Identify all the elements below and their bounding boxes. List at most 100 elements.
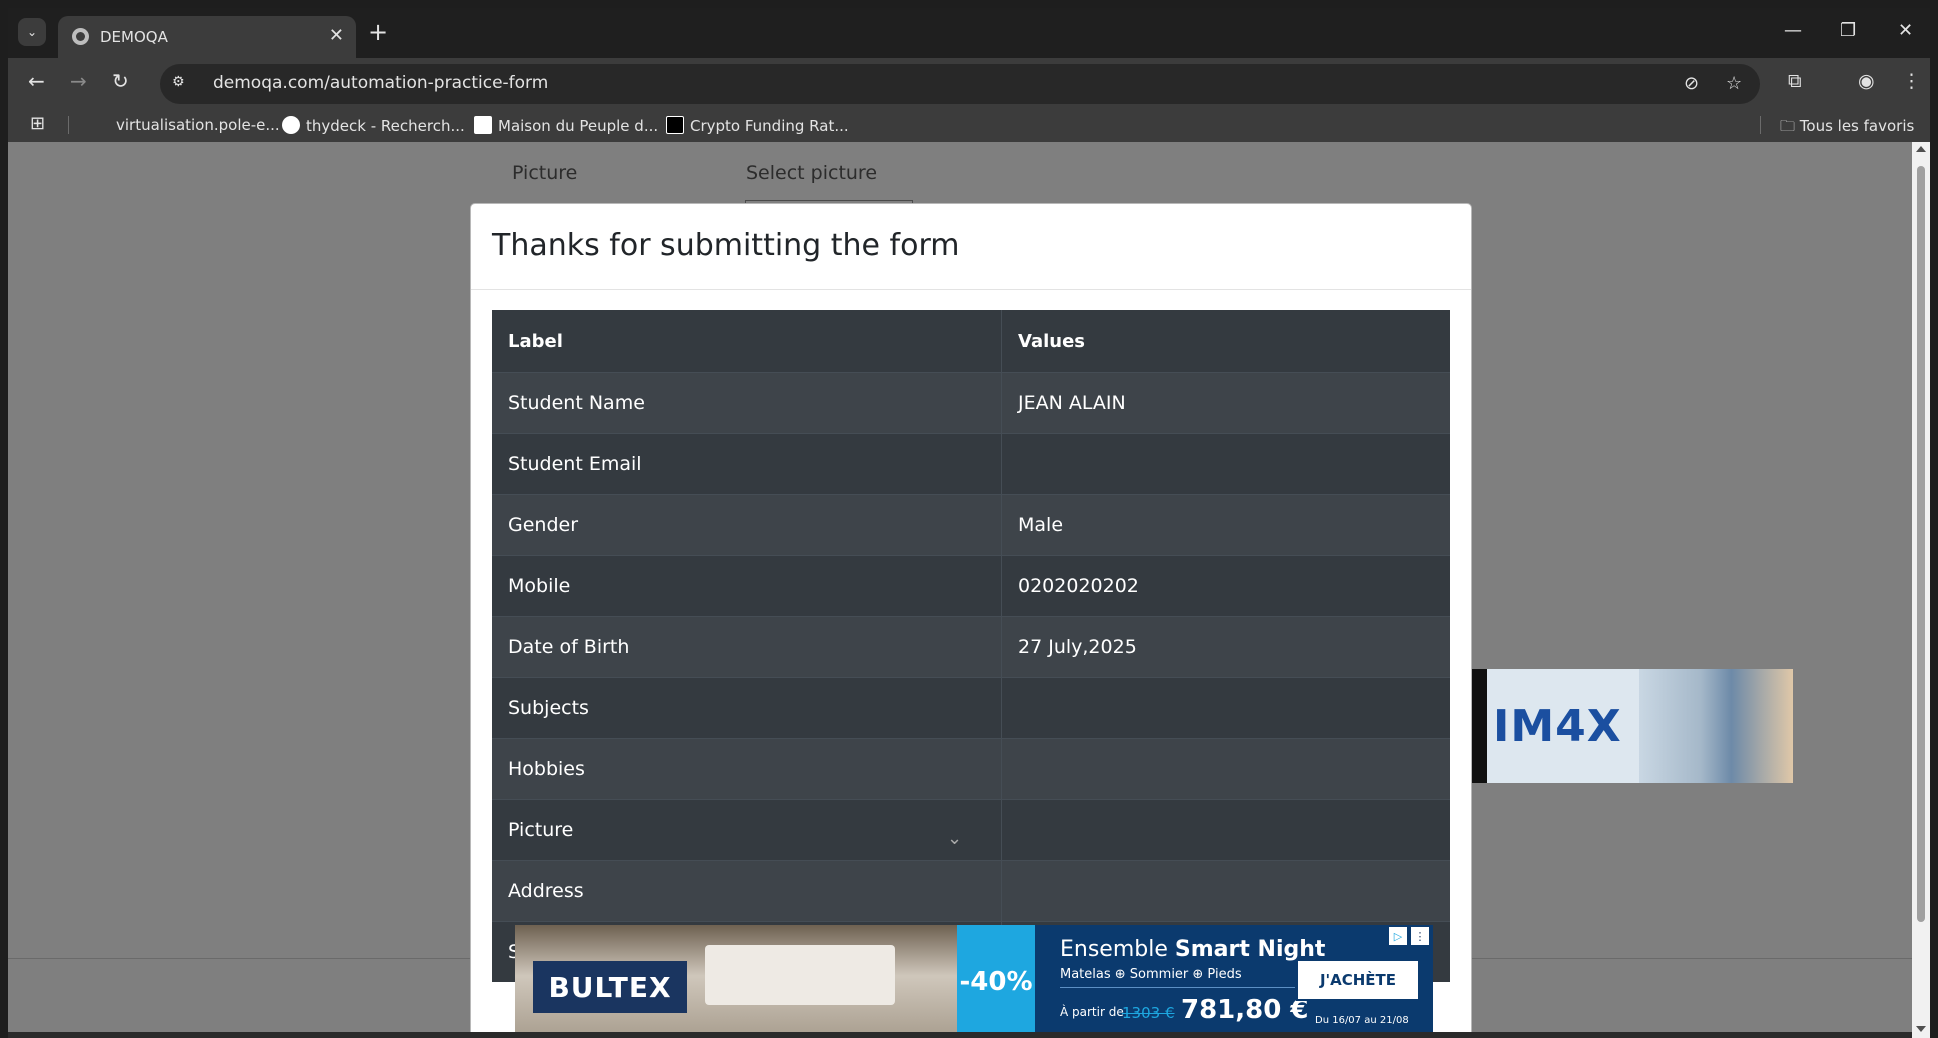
row-label: Date of Birth	[492, 617, 1002, 677]
scrollbar[interactable]	[1912, 142, 1930, 1038]
ad-menu-icon[interactable]: ⋮	[1411, 927, 1429, 945]
header-values: Values	[1018, 330, 1085, 352]
ad-cta-button[interactable]: J'ACHÈTE	[1296, 959, 1420, 1001]
tab-strip: ⌄ DEMOQA ✕ + — ❐ ✕	[8, 8, 1930, 58]
bookmark-item-maison-du-peuple[interactable]: Maison du Peuple d...	[474, 116, 658, 135]
bookmark-label: thydeck - Recherch...	[306, 117, 465, 135]
select-picture-label: Select picture	[746, 162, 878, 184]
site-info-icon[interactable]: ⚙	[172, 74, 192, 94]
table-row: Gender Male	[492, 494, 1450, 555]
row-value	[1002, 861, 1450, 921]
table-row: Subjects	[492, 677, 1450, 738]
eye-off-icon[interactable]: ⊘	[1684, 73, 1699, 94]
row-label: Gender	[492, 495, 1002, 555]
row-label: Student Email	[492, 434, 1002, 494]
reload-icon[interactable]: ↻	[112, 70, 129, 92]
row-value: JEAN ALAIN	[1018, 392, 1126, 414]
chevron-down-icon: ⌄	[947, 828, 963, 849]
row-label: Mobile	[492, 556, 1002, 616]
profile-icon[interactable]: ◉	[1858, 70, 1875, 92]
tab-search-button[interactable]: ⌄	[18, 18, 46, 46]
ad-from-label: À partir de	[1060, 1005, 1124, 1019]
ad-dates: Du 16/07 au 21/08	[1315, 1015, 1409, 1026]
forward-icon[interactable]: →	[70, 70, 87, 92]
tab-title: DEMOQA	[100, 28, 168, 46]
modal-title: Thanks for submitting the form	[492, 228, 960, 263]
ad-divider	[1060, 987, 1295, 988]
menu-icon[interactable]: ⋮	[1902, 70, 1921, 92]
restore-icon[interactable]: ❐	[1840, 20, 1856, 41]
bookmark-label: Crypto Funding Rat...	[690, 117, 849, 135]
table-row: Mobile 0202020202	[492, 555, 1450, 616]
bultex-logo: BULTEX	[533, 961, 687, 1013]
google-icon	[282, 116, 300, 134]
scroll-thumb[interactable]	[1917, 166, 1925, 922]
ad-image	[1639, 669, 1793, 783]
ad-price: 781,80 €	[1181, 995, 1309, 1025]
row-label: Subjects	[492, 678, 1002, 738]
bottom-advertisement[interactable]: BULTEX -40% Ensemble Smart Night Matelas…	[515, 925, 1433, 1038]
bookmark-separator	[68, 116, 69, 134]
bookmark-separator	[1760, 116, 1761, 134]
row-value	[1002, 800, 1450, 860]
extensions-icon[interactable]: ⧉	[1788, 70, 1802, 92]
bookmarks-bar: ⊞ virtualisation.pole-e... thydeck - Rec…	[8, 108, 1930, 142]
bookmark-item-virtualisation[interactable]: virtualisation.pole-e...	[116, 116, 280, 134]
ad-subtitle: Matelas ⊕ Sommier ⊕ Pieds	[1060, 967, 1242, 982]
minimize-icon[interactable]: —	[1784, 20, 1802, 41]
side-advertisement[interactable]: IM4X	[1469, 669, 1793, 783]
row-value: 27 July,2025	[1018, 636, 1137, 658]
row-value	[1002, 739, 1450, 799]
row-value: 0202020202	[1018, 575, 1139, 597]
ad-title-prefix: Ensemble	[1060, 937, 1175, 962]
back-icon[interactable]: ←	[28, 70, 45, 92]
page-viewport: Picture Select picture IM4X Thanks for s…	[8, 142, 1930, 1038]
close-tab-icon[interactable]: ✕	[329, 25, 344, 46]
close-window-icon[interactable]: ✕	[1898, 20, 1913, 41]
bookmark-item-crypto-funding[interactable]: Crypto Funding Rat...	[666, 116, 849, 135]
table-row: Student Email	[492, 433, 1450, 494]
scroll-down-arrow-icon[interactable]	[1916, 1026, 1926, 1032]
folder-icon: 🗀	[1780, 117, 1800, 135]
all-bookmarks-button[interactable]: 🗀 Tous les favoris	[1780, 116, 1914, 141]
mattress-image	[705, 945, 895, 1005]
table-row: Date of Birth 27 July,2025	[492, 616, 1450, 677]
adchoices-icon[interactable]: ▷	[1389, 927, 1407, 945]
table-header-row: Label Values	[492, 310, 1450, 372]
row-label: Address	[492, 861, 1002, 921]
row-value	[1002, 678, 1450, 738]
promo-badge: -40%	[957, 925, 1035, 1038]
table-row: Hobbies	[492, 738, 1450, 799]
bookmark-label: Maison du Peuple d...	[498, 117, 659, 135]
wikipedia-icon	[474, 116, 492, 134]
tab-demoqa[interactable]: DEMOQA ✕	[58, 16, 356, 58]
bookmark-label: virtualisation.pole-e...	[116, 116, 280, 134]
row-label: Picture	[492, 800, 1002, 860]
modal-header: Thanks for submitting the form	[471, 204, 1471, 290]
row-label: Student Name	[492, 373, 1002, 433]
address-bar[interactable]: ⚙ demoqa.com/automation-practice-form ⊘ …	[160, 64, 1760, 104]
globe-icon	[72, 28, 89, 45]
row-value: Male	[1018, 514, 1064, 536]
ad-image: BULTEX	[515, 925, 957, 1038]
bookmark-item-thydeck[interactable]: thydeck - Recherch...	[282, 116, 465, 135]
apps-grid-icon[interactable]: ⊞	[30, 113, 45, 134]
browser-window: ⌄ DEMOQA ✕ + — ❐ ✕ ← → ↻ ⚙ demoqa.com/au…	[8, 8, 1930, 1038]
star-icon[interactable]: ☆	[1726, 73, 1742, 94]
table-row: Picture	[492, 799, 1450, 860]
submission-modal: Thanks for submitting the form Label Val…	[470, 203, 1472, 1038]
page-bottom-strip	[8, 1032, 1930, 1038]
chevron-down-icon: ⌄	[26, 25, 38, 39]
picture-label: Picture	[512, 162, 578, 184]
imax-logo: IM4X	[1493, 701, 1622, 752]
ad-old-price: 1303 €	[1122, 1004, 1175, 1022]
all-bookmarks-label: Tous les favoris	[1799, 117, 1915, 135]
row-value	[1002, 434, 1450, 494]
new-tab-button[interactable]: +	[368, 20, 388, 44]
header-label: Label	[492, 310, 1002, 372]
scroll-up-arrow-icon[interactable]	[1916, 146, 1926, 152]
table-row: Student Name JEAN ALAIN	[492, 372, 1450, 433]
browser-toolbar: ← → ↻ ⚙ demoqa.com/automation-practice-f…	[8, 58, 1930, 108]
ad-title: Ensemble Smart Night	[1060, 937, 1325, 962]
url-text[interactable]: demoqa.com/automation-practice-form	[213, 73, 548, 93]
